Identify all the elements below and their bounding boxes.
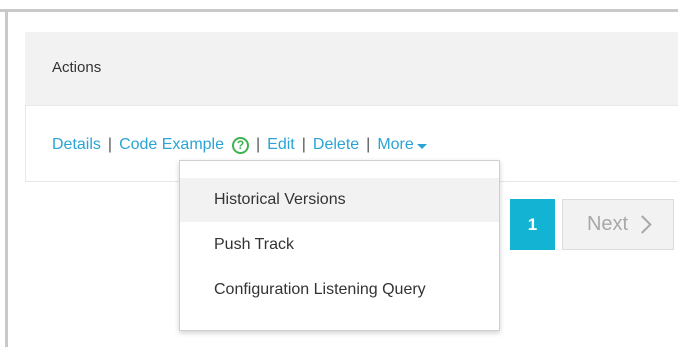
pagination-page-1[interactable]: 1 (510, 199, 555, 250)
chevron-right-icon (633, 215, 652, 234)
help-icon[interactable]: ? (232, 136, 250, 154)
table-header: Actions (25, 32, 678, 106)
menu-item-push-track[interactable]: Push Track (180, 223, 499, 267)
separator: | (256, 136, 261, 153)
delete-link[interactable]: Delete (313, 136, 359, 154)
edit-link[interactable]: Edit (267, 136, 295, 154)
details-link[interactable]: Details (52, 136, 101, 154)
row-actions: Details | Code Example ? | Edit | Delete… (52, 136, 427, 154)
menu-item-configuration-listening-query[interactable]: Configuration Listening Query (180, 268, 499, 312)
pagination-next-button[interactable]: Next (562, 199, 674, 250)
more-dropdown-menu: Historical Versions Push Track Configura… (179, 160, 500, 331)
separator: | (301, 136, 306, 153)
window-top-border (0, 0, 678, 12)
menu-item-historical-versions[interactable]: Historical Versions (180, 178, 499, 222)
window-left-border (5, 9, 8, 347)
separator: | (107, 136, 113, 153)
column-header-actions: Actions (52, 59, 102, 76)
separator: | (366, 136, 371, 153)
caret-down-icon[interactable] (416, 143, 427, 149)
more-dropdown-toggle[interactable]: More (377, 136, 413, 154)
code-example-link[interactable]: Code Example (119, 136, 224, 154)
next-label: Next (586, 213, 629, 235)
